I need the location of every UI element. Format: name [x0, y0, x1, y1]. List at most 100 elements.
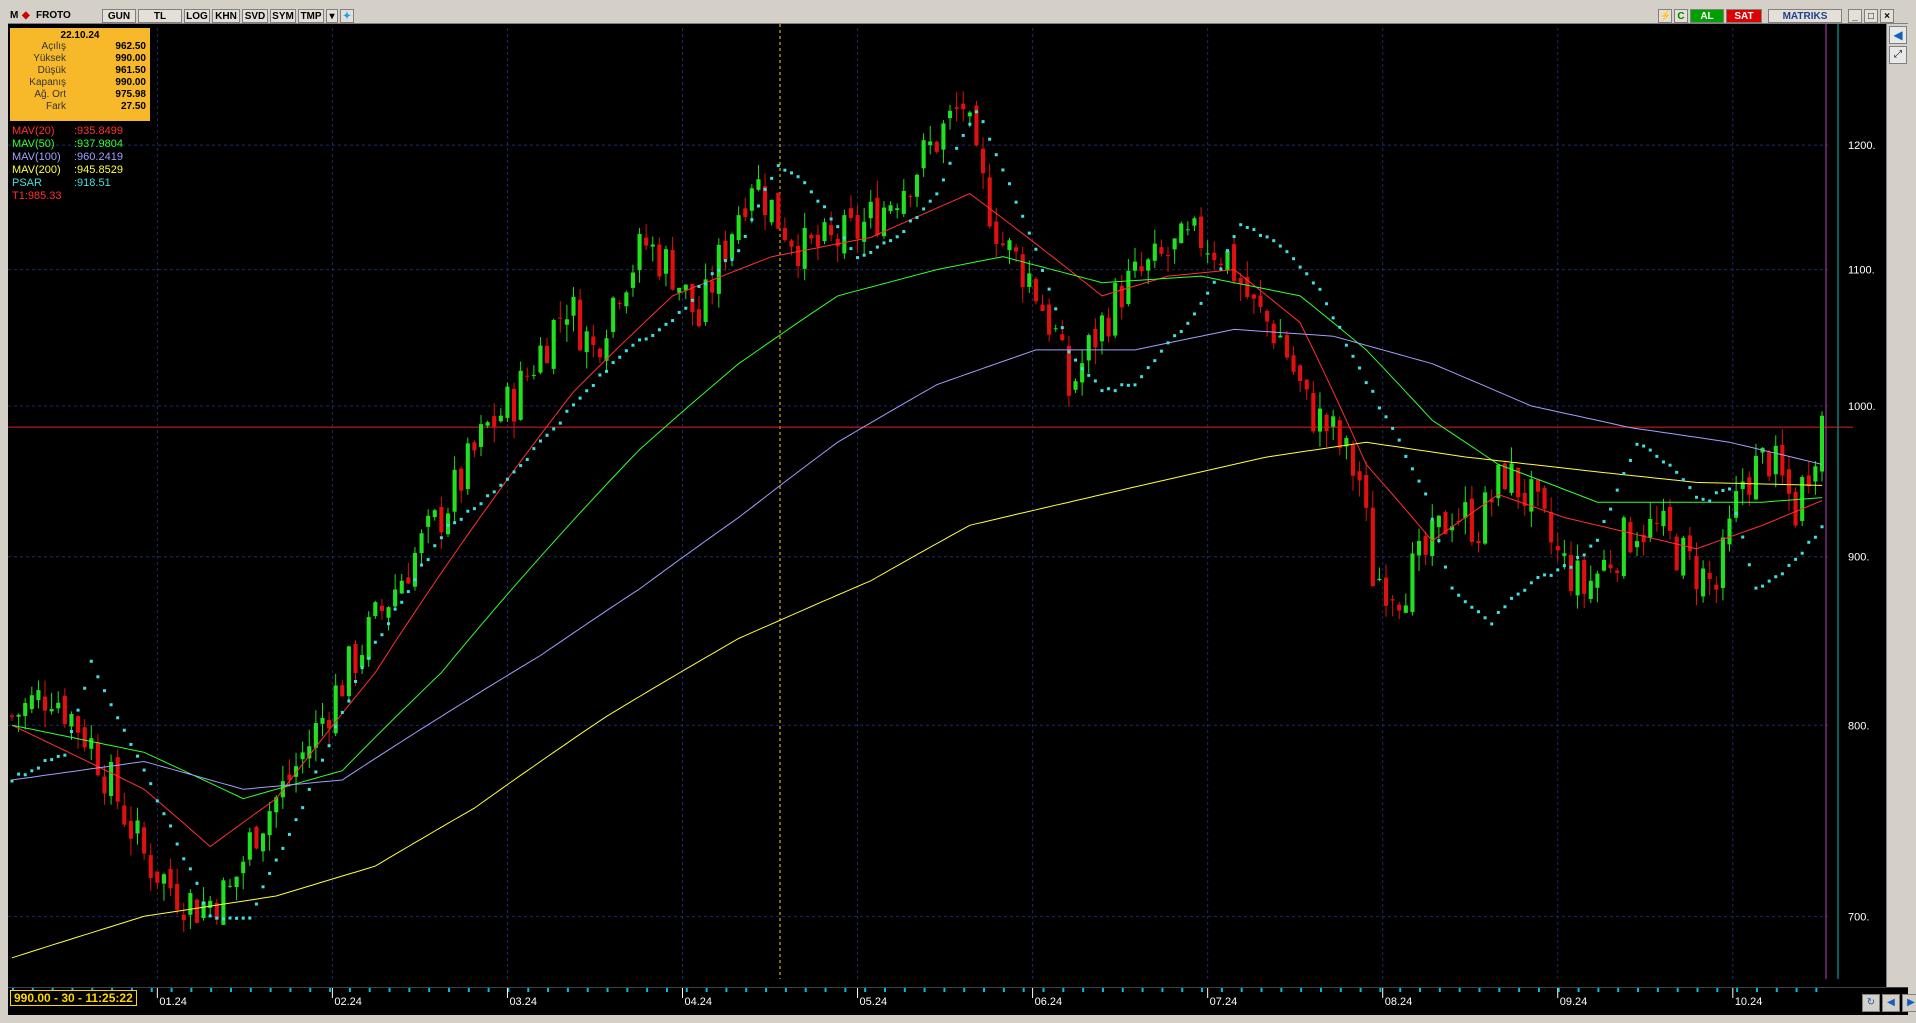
candle-body [1324, 414, 1329, 432]
chart-area[interactable]: 1200. 1100. 1000. 900. 800. 700. 22.10.24 Açı… [8, 24, 1908, 987]
candle-body [1047, 304, 1052, 335]
psar-dot [380, 633, 384, 637]
symbol-name[interactable]: FROTO [36, 8, 71, 24]
psar-dot [1628, 458, 1632, 462]
x-minor-tick [309, 988, 312, 992]
psar-dot [155, 799, 159, 803]
psar-dot [129, 742, 133, 746]
candle-body [584, 331, 589, 353]
legend-row[interactable]: MAV(100):960.2419 [12, 151, 123, 164]
currency-button[interactable]: TL [138, 9, 182, 23]
x-minor-tick [467, 988, 470, 992]
candle-body [855, 215, 860, 239]
candle-body [1793, 491, 1798, 526]
scroll-right-icon[interactable]: ▶ [1902, 994, 1916, 1012]
x-minor-tick [1498, 988, 1501, 992]
candle-body [1000, 243, 1005, 246]
x-minor-tick [1676, 988, 1679, 992]
psar-dot [327, 744, 331, 748]
psar-dot [935, 192, 939, 196]
candle-body [472, 442, 477, 451]
candle-body [617, 302, 622, 304]
psar-dot [1278, 244, 1282, 248]
psar-dot [512, 470, 516, 474]
candle-body [175, 883, 180, 910]
tmp-button[interactable]: TMP [298, 9, 324, 23]
log-button[interactable]: LOG [184, 9, 210, 23]
candle-body [320, 718, 325, 724]
candle-body [776, 192, 781, 229]
psar-dot [1252, 228, 1256, 232]
x-minor-tick [1736, 988, 1739, 992]
flash-icon[interactable]: ⚡ [1658, 9, 1672, 23]
x-minor-tick [229, 988, 232, 992]
candle-body [366, 617, 371, 660]
sell-button[interactable]: SAT [1726, 9, 1762, 23]
khn-button[interactable]: KHN [212, 9, 240, 23]
x-minor-tick [1637, 988, 1640, 992]
scroll-left-icon[interactable]: ◀ [1882, 994, 1900, 1012]
dropdown-arrow-icon[interactable]: ▾ [326, 9, 338, 23]
maximize-icon[interactable]: □ [1864, 9, 1878, 23]
candle-body [1298, 365, 1303, 382]
x-minor-tick [408, 988, 411, 992]
psar-dot [1007, 182, 1011, 186]
psar-dot [486, 494, 490, 498]
candle-body [419, 533, 424, 554]
refresh-icon[interactable]: ↻ [1862, 994, 1880, 1012]
candle-body [1555, 546, 1560, 551]
close-icon[interactable]: × [1880, 9, 1894, 23]
legend-name: T1:985.33 [12, 190, 62, 202]
candle-body [987, 177, 992, 227]
candle-body [743, 208, 748, 218]
psar-dot [254, 902, 258, 906]
candle-body [875, 197, 880, 236]
psar-dot [915, 215, 919, 219]
minimize-icon[interactable]: _ [1848, 9, 1862, 23]
psar-dot [1668, 463, 1672, 467]
candle-body [822, 222, 827, 242]
legend-row[interactable]: MAV(200):945.8529 [12, 164, 123, 177]
x-minor-tick [368, 988, 371, 992]
candle-body [1819, 415, 1825, 472]
buy-button[interactable]: AL [1690, 9, 1724, 23]
psar-dot [109, 703, 113, 707]
legend-row[interactable]: T1:985.33 [12, 190, 123, 203]
legend-row[interactable]: PSAR:918.51 [12, 177, 123, 190]
x-minor-tick [1419, 988, 1422, 992]
psar-dot [789, 171, 793, 175]
arrow-left-icon[interactable]: ◀ [1889, 26, 1907, 44]
psar-dot [1813, 535, 1817, 539]
psar-dot [1496, 610, 1500, 614]
price-time-readout: 990.00 - 30 - 11:25:22 [10, 990, 137, 1006]
svd-button[interactable]: SVD [242, 9, 268, 23]
candle-body [1185, 229, 1190, 231]
x-minor-tick [1300, 988, 1303, 992]
psar-dot [235, 916, 239, 920]
psar-dot [149, 782, 153, 786]
candle-body [1463, 502, 1468, 518]
psar-dot [1721, 489, 1725, 493]
candle-body [637, 234, 642, 271]
candle-body [981, 148, 986, 174]
psar-dot [638, 338, 642, 342]
x-minor-tick [1815, 988, 1818, 992]
legend-row[interactable]: MAV(50):937.9804 [12, 138, 123, 151]
x-axis: 01.24 02.24 03.24 04.24 05.24 06.24 07.24 08.24… [12, 988, 1818, 1008]
twitter-icon[interactable]: ✦ [340, 9, 354, 23]
candle-body [1179, 223, 1184, 244]
period-button[interactable]: GUN [102, 9, 136, 23]
psar-dot [1047, 287, 1051, 291]
alert-button[interactable]: C [1674, 9, 1688, 23]
psar-dot [1741, 535, 1745, 539]
psar-dot [723, 259, 727, 263]
sym-button[interactable]: SYM [270, 9, 296, 23]
price-chart[interactable]: 1200. 1100. 1000. 900. 800. 700. [8, 24, 1886, 987]
x-minor-tick [1022, 988, 1025, 992]
legend-row[interactable]: MAV(20):935.8499 [12, 125, 123, 138]
series-line-mav100 [11, 328, 1823, 790]
psar-dot [1212, 280, 1216, 284]
expand-icon[interactable]: ⤢ [1889, 46, 1907, 64]
psar-dot [1404, 454, 1408, 458]
psar-dot [882, 241, 886, 245]
